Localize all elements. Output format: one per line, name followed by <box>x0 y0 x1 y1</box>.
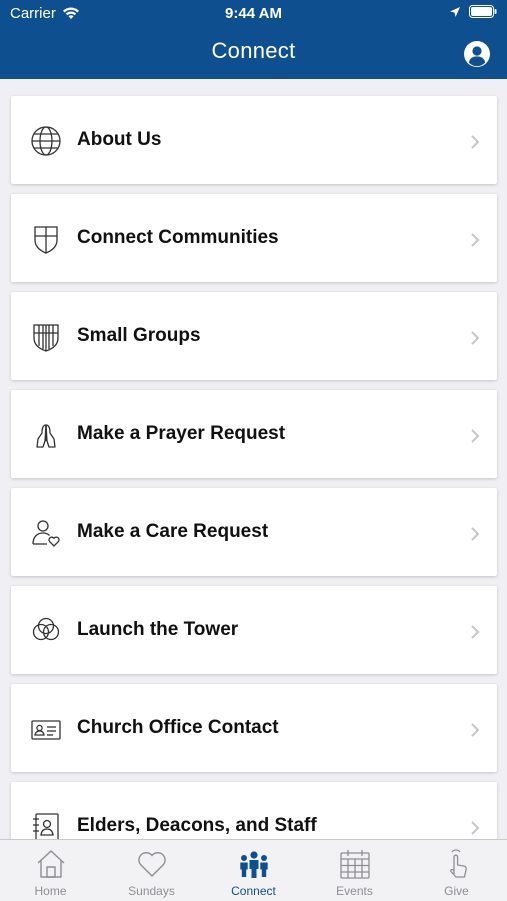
tab-label: Sundays <box>128 884 175 898</box>
connect-menu-list: About Us Connect Communities Small Group… <box>11 96 497 880</box>
tab-events[interactable]: Events <box>304 840 405 901</box>
location-arrow-icon <box>450 6 460 17</box>
menu-item-label: Launch the Tower <box>77 619 239 640</box>
menu-item-label: Make a Prayer Request <box>77 423 286 444</box>
tap-hand-icon <box>450 849 467 878</box>
profile-icon[interactable] <box>463 40 491 68</box>
menu-item-connect-communities[interactable]: Connect Communities <box>11 194 497 282</box>
home-icon <box>37 850 65 878</box>
menu-item-church-office-contact[interactable]: Church Office Contact <box>11 684 497 772</box>
tab-sundays[interactable]: Sundays <box>101 840 202 901</box>
status-time: 9:44 AM <box>225 5 282 22</box>
battery-icon <box>469 5 497 18</box>
tab-home[interactable]: Home <box>0 840 101 901</box>
menu-item-label: About Us <box>77 129 162 150</box>
chevron-right-icon <box>471 625 480 639</box>
tab-label: Connect <box>231 884 276 898</box>
chevron-right-icon <box>471 527 480 541</box>
menu-item-care-request[interactable]: Make a Care Request <box>11 488 497 576</box>
menu-item-prayer-request[interactable]: Make a Prayer Request <box>11 390 497 478</box>
menu-item-launch-tower[interactable]: Launch the Tower <box>11 586 497 674</box>
praying-hands-icon <box>36 424 56 448</box>
menu-item-label: Church Office Contact <box>77 717 279 738</box>
shield-icon <box>34 226 58 254</box>
heart-icon <box>138 852 166 877</box>
menu-item-label: Make a Care Request <box>77 521 269 542</box>
chevron-right-icon <box>471 135 480 149</box>
tab-label: Home <box>34 884 67 898</box>
contact-card-icon <box>31 720 61 740</box>
calendar-icon <box>340 850 370 879</box>
menu-item-about-us[interactable]: About Us <box>11 96 497 184</box>
page-title: Connect <box>211 38 296 63</box>
interlocking-rings-icon <box>32 617 60 641</box>
tab-connect[interactable]: Connect <box>203 840 304 901</box>
tab-give[interactable]: Give <box>406 840 507 901</box>
tab-label: Events <box>336 884 373 898</box>
menu-item-label: Small Groups <box>77 325 201 346</box>
chevron-right-icon <box>471 723 480 737</box>
menu-item-label: Connect Communities <box>77 227 279 248</box>
striped-shield-icon <box>33 324 59 352</box>
people-icon <box>240 851 268 878</box>
person-heart-icon <box>32 520 60 547</box>
globe-icon <box>31 126 61 156</box>
chevron-right-icon <box>471 429 480 443</box>
status-bar: Carrier 9:44 AM <box>0 0 507 28</box>
status-right <box>449 5 497 18</box>
chevron-right-icon <box>471 331 480 345</box>
app-header: Carrier 9:44 AM Connect <box>0 0 507 79</box>
tab-label: Give <box>444 884 469 898</box>
chevron-right-icon <box>471 821 480 835</box>
menu-item-small-groups[interactable]: Small Groups <box>11 292 497 380</box>
chevron-right-icon <box>471 233 480 247</box>
tab-bar: Home Sundays Connect Events Give <box>0 839 507 901</box>
